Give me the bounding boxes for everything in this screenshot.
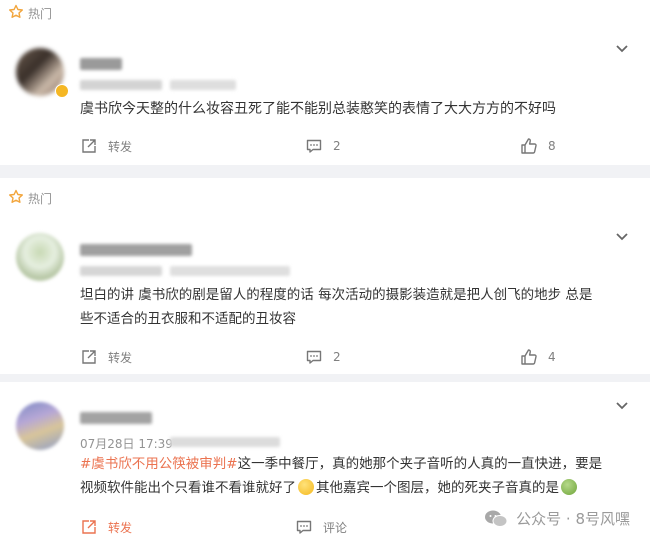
repost-label: 转发 [108,520,133,535]
comment-count: 2 [333,139,341,153]
username-blurred [80,58,122,70]
verified-badge [55,84,69,98]
hot-tag: 热门 [8,4,52,23]
comment-text: #虞书欣不用公筷被审判#这一季中餐厅，真的她那个夹子音听的人真的一直快进，要是 … [80,452,602,500]
sick-emoji-icon [561,479,577,495]
hot-tag: 热门 [8,189,52,208]
meta-blurred-2 [170,80,236,90]
comment-card-2: 热门 坦白的讲 虞书欣的剧是留人的程度的话 每次活动的摄影装造就是把人创飞的地步… [0,178,650,374]
comment-text-part: 这一季中餐厅，真的她那个夹子音听的人真的一直快进，要是 [237,456,603,472]
comment-line-1: 坦白的讲 虞书欣的剧是留人的程度的话 每次活动的摄影装造就是把人创飞的地步 总是 [80,287,593,303]
hashtag-link[interactable]: #虞书欣不用公筷被审判# [80,456,238,472]
chevron-down-icon[interactable] [614,40,630,56]
comment-text-part: 其他嘉宾一个图层，她的死夹子音真的是 [316,480,559,496]
comment-count: 2 [333,350,341,364]
comment-icon [296,520,312,534]
chevron-down-icon[interactable] [614,397,630,413]
meta-blurred [170,437,280,447]
meta-blurred [80,80,162,90]
hot-star-icon [8,189,24,208]
repost-button[interactable]: 转发 [80,137,132,155]
comment-button[interactable]: 评论 [295,518,347,536]
repost-icon [82,520,96,534]
watermark-text: 公众号 · 8号风嘿 [516,510,630,528]
like-icon [521,138,537,154]
avatar[interactable] [16,233,64,281]
wechat-icon [485,510,508,527]
timestamp: 07月28日 17:39 [80,437,173,451]
like-button[interactable]: 8 [520,137,556,155]
hot-label: 热门 [28,7,53,21]
comment-line-2: 些不适合的丑衣服和不适配的丑妆容 [80,311,296,327]
username-blurred [80,244,192,256]
repost-label: 转发 [108,139,133,154]
avatar[interactable] [16,402,64,450]
comment-card-3: 07月28日 17:39 #虞书欣不用公筷被审判#这一季中餐厅，真的她那个夹子音… [0,382,650,551]
comment-icon [306,139,322,153]
meta-blurred-2 [170,266,290,276]
repost-icon [82,139,96,153]
repost-label: 转发 [108,350,133,365]
like-icon [521,349,537,365]
repost-button[interactable]: 转发 [80,518,132,536]
comment-card-1: 热门 虞书欣今天整的什么妆容丑死了能不能别总装憨笑的表情了大大方方的不好吗 转发… [0,0,650,165]
comment-icon [306,350,322,364]
comment-text: 坦白的讲 虞书欣的剧是留人的程度的话 每次活动的摄影装造就是把人创飞的地步 总是… [80,283,592,331]
comment-line-1: #虞书欣不用公筷被审判#这一季中餐厅，真的她那个夹子音听的人真的一直快进，要是 [80,452,602,476]
username-blurred [80,412,152,424]
hot-star-icon [8,4,24,23]
like-count: 4 [548,350,556,364]
comment-text-part: 视频软件能出个只看谁不看谁就好了 [80,480,296,496]
comment-button[interactable]: 2 [305,348,341,366]
comment-text: 虞书欣今天整的什么妆容丑死了能不能别总装憨笑的表情了大大方方的不好吗 [80,101,556,117]
hot-label: 热门 [28,192,53,206]
meta-blurred [80,266,162,276]
comment-button[interactable]: 2 [305,137,341,155]
chevron-down-icon[interactable] [614,228,630,244]
comment-label: 评论 [323,520,348,535]
watermark: 公众号 · 8号风嘿 [484,508,630,529]
repost-icon [82,350,96,364]
awkward-emoji-icon [298,479,314,495]
like-count: 8 [548,139,556,153]
like-button[interactable]: 4 [520,348,556,366]
repost-button[interactable]: 转发 [80,348,132,366]
comment-line-2: 视频软件能出个只看谁不看谁就好了 其他嘉宾一个图层，她的死夹子音真的是 [80,476,602,500]
